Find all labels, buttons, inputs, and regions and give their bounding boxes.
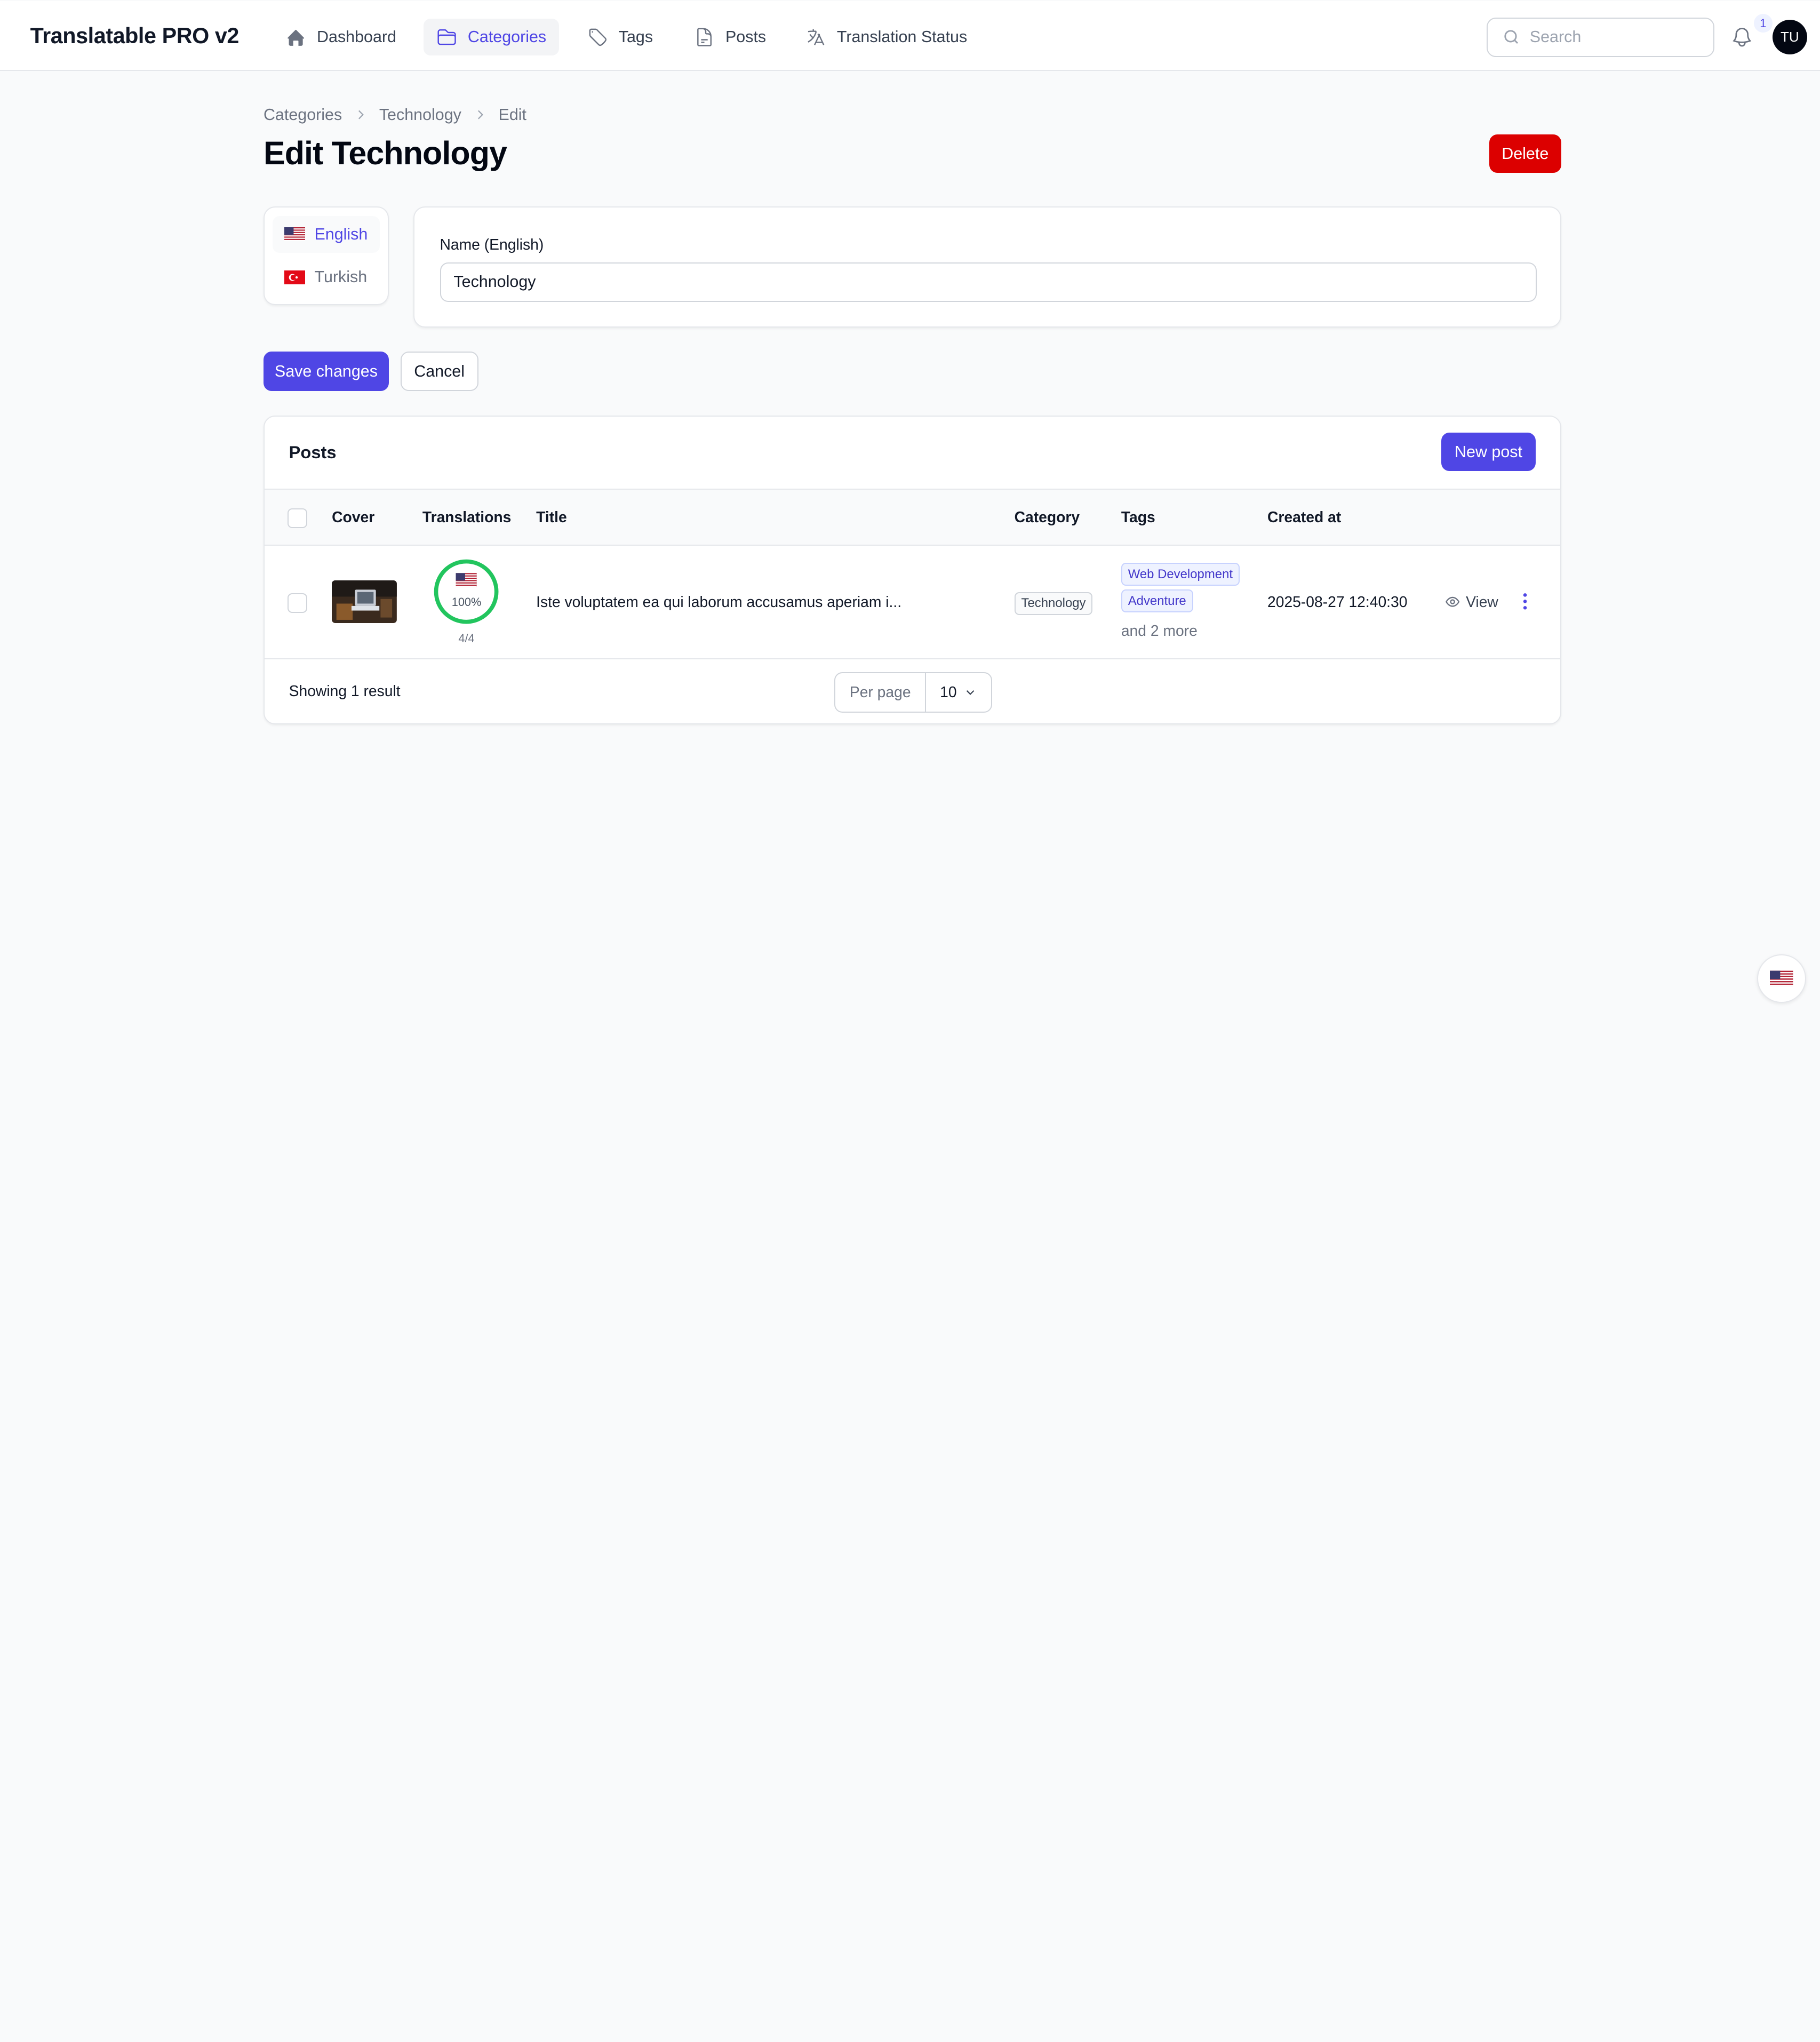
posts-table-card: Posts New post Cover Translations Title … — [263, 416, 1561, 724]
search-input[interactable] — [1529, 28, 1704, 47]
row-checkbox[interactable] — [288, 593, 308, 613]
save-changes-button[interactable]: Save changes — [263, 352, 389, 392]
us-flag-icon — [1770, 970, 1793, 986]
nav-label: Posts — [725, 28, 767, 46]
column-header-cover[interactable]: Cover — [332, 508, 374, 526]
breadcrumb-edit: Edit — [498, 106, 526, 124]
tr-flag-icon — [284, 270, 306, 284]
column-header-created-at[interactable]: Created at — [1267, 508, 1341, 526]
nav-label: Categories — [467, 28, 547, 46]
category-badge: Technology — [1014, 592, 1093, 615]
page-title: Edit Technology — [263, 135, 507, 172]
nav-label: Dashboard — [317, 28, 396, 46]
per-page-select[interactable]: Per page 10 — [834, 672, 993, 713]
posts-section-title: Posts — [289, 442, 337, 462]
top-navigation-bar: Translatable PRO v2 Dashboard Categories… — [0, 1, 1820, 71]
folder-icon — [437, 29, 456, 45]
user-avatar[interactable]: TU — [1772, 19, 1808, 55]
translation-fraction: 4/4 — [458, 631, 475, 645]
column-header-tags[interactable]: Tags — [1121, 508, 1155, 526]
nav-item-posts[interactable]: Posts — [681, 19, 779, 56]
table-footer: Showing 1 result Per page 10 — [265, 660, 1560, 723]
chevron-right-icon — [358, 110, 364, 119]
name-field-label: Name (English) — [440, 235, 544, 253]
per-page-value: 10 — [940, 683, 957, 701]
chevron-down-icon — [966, 690, 975, 695]
table-row[interactable]: 100% 4/4 Iste voluptatem ea qui laborum … — [264, 546, 1560, 659]
us-flag-icon — [456, 573, 477, 587]
nav-item-categories[interactable]: Categories — [424, 18, 560, 56]
home-icon — [288, 29, 305, 46]
nav-item-tags[interactable]: Tags — [574, 19, 666, 56]
us-flag-icon — [284, 227, 306, 242]
locale-label: English — [314, 225, 368, 243]
row-actions-menu[interactable] — [1518, 592, 1532, 615]
bell-icon[interactable] — [1730, 26, 1754, 49]
post-title: Iste voluptatem ea qui laborum accusamus… — [536, 593, 902, 610]
locale-turkish[interactable]: Turkish — [273, 259, 380, 296]
nav-item-translation-status[interactable]: Translation Status — [793, 19, 980, 56]
nav-label: Translation Status — [836, 28, 968, 46]
view-action[interactable]: View — [1445, 593, 1498, 611]
results-summary: Showing 1 result — [289, 682, 401, 700]
tag-icon — [589, 28, 607, 46]
locale-switch-button[interactable] — [1757, 954, 1806, 1003]
more-tags-text: and 2 more — [1121, 622, 1198, 640]
locale-label: Turkish — [314, 268, 368, 286]
breadcrumb-technology[interactable]: Technology — [379, 106, 461, 124]
eye-icon — [1445, 596, 1460, 607]
per-page-label: Per page — [835, 673, 927, 712]
document-icon — [697, 28, 712, 46]
view-label: View — [1466, 593, 1498, 610]
column-header-category[interactable]: Category — [1015, 508, 1080, 526]
table-header: Cover Translations Title Category Tags C… — [264, 488, 1560, 546]
notification-count-badge: 1 — [1753, 14, 1773, 33]
translation-progress-ring: 100% — [433, 558, 500, 625]
created-at-value: 2025-08-27 12:40:30 — [1267, 593, 1408, 610]
language-icon — [808, 29, 825, 45]
edit-form-card: Name (English) — [413, 206, 1561, 328]
nav-item-dashboard[interactable]: Dashboard — [273, 19, 409, 56]
name-field[interactable] — [440, 262, 1537, 302]
tag-badge: Web Development — [1121, 563, 1240, 586]
column-header-translations[interactable]: Translations — [422, 508, 512, 526]
locale-switcher: English Turkish — [263, 206, 389, 306]
delete-button[interactable]: Delete — [1489, 134, 1561, 173]
column-header-title[interactable]: Title — [536, 508, 567, 526]
chevron-right-icon — [477, 110, 483, 119]
nav-label: Tags — [618, 28, 653, 46]
select-all-checkbox[interactable] — [288, 508, 308, 528]
app-title[interactable]: Translatable PRO v2 — [30, 23, 240, 49]
breadcrumb: Categories Technology Edit — [264, 106, 526, 124]
breadcrumb-categories[interactable]: Categories — [264, 106, 342, 124]
cancel-button[interactable]: Cancel — [400, 352, 478, 392]
more-vertical-icon — [1523, 593, 1527, 610]
translation-percent: 100% — [451, 595, 482, 609]
tag-badge: Adventure — [1121, 589, 1193, 613]
search-icon — [1504, 30, 1518, 44]
post-cover-image — [332, 580, 397, 624]
new-post-button[interactable]: New post — [1441, 433, 1536, 472]
locale-english[interactable]: English — [273, 216, 380, 253]
search-box[interactable] — [1487, 17, 1714, 57]
